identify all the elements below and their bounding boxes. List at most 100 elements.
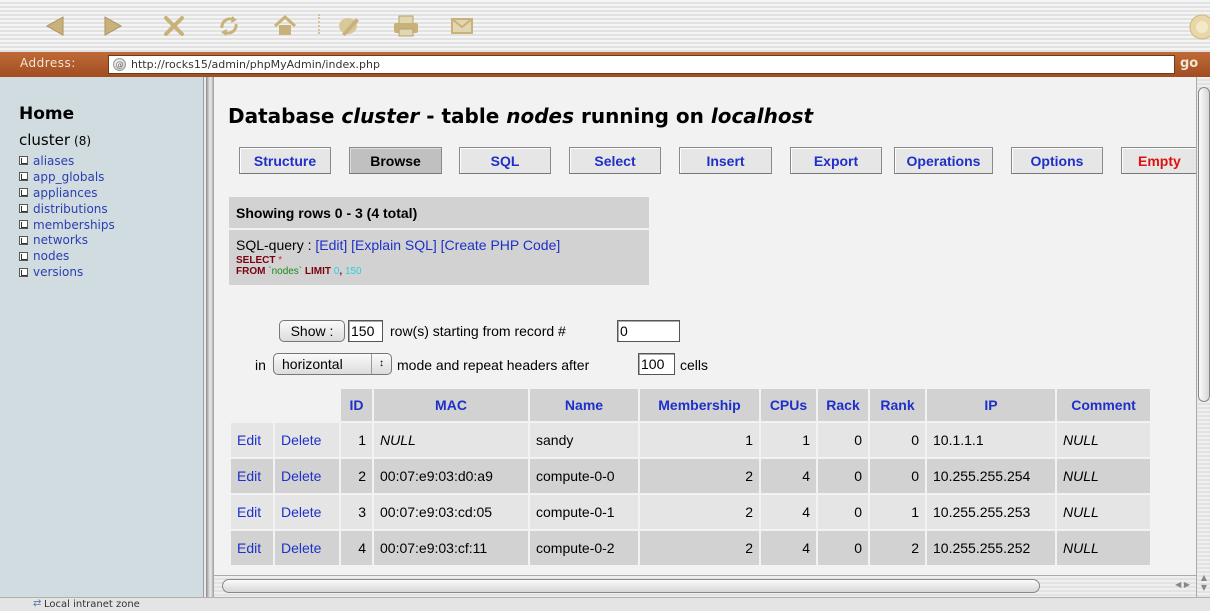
table-row: Edit Delete 1 NULL sandy 1 1 0 0 10.1.1.… — [231, 423, 1150, 457]
edit-row-link[interactable]: Edit — [231, 423, 273, 457]
column-header[interactable]: MAC — [374, 389, 528, 421]
table-icon[interactable] — [19, 267, 28, 277]
edit-row-link[interactable]: Edit — [231, 459, 273, 493]
show-button[interactable]: Show : — [279, 320, 345, 342]
table-item-distributions[interactable]: distributions — [19, 201, 115, 217]
table-icon[interactable] — [19, 188, 28, 198]
table-item-label[interactable]: app_globals — [33, 170, 104, 184]
edit-query-link[interactable]: [Edit] — [315, 237, 347, 253]
tab-options[interactable]: Options — [1011, 147, 1103, 174]
table-icon[interactable] — [19, 204, 28, 214]
table-icon[interactable] — [19, 251, 28, 261]
column-header[interactable]: Rank — [870, 389, 925, 421]
intranet-zone-icon: ⇄ — [33, 598, 42, 609]
cell-comment: NULL — [1057, 495, 1150, 529]
create-php-link[interactable]: [Create PHP Code] — [441, 237, 561, 253]
column-header[interactable]: Comment — [1057, 389, 1150, 421]
mail-icon[interactable] — [445, 12, 479, 40]
sql-number: 150 — [344, 266, 362, 277]
cell-ip: 10.1.1.1 — [927, 423, 1055, 457]
column-header[interactable]: CPUs — [761, 389, 816, 421]
explain-sql-link[interactable]: [Explain SQL] — [351, 237, 437, 253]
tab-sql[interactable]: SQL — [459, 147, 551, 174]
cell-rack: 0 — [818, 459, 868, 493]
delete-row-link[interactable]: Delete — [275, 423, 339, 457]
cell-rank: 2 — [870, 531, 925, 565]
tab-insert[interactable]: Insert — [679, 147, 772, 174]
horizontal-scrollbar[interactable]: ◀ ▶ — [214, 575, 1196, 597]
cell-mac: 00:07:e9:03:d0:a9 — [374, 459, 528, 493]
edit-icon[interactable] — [332, 12, 366, 40]
table-item-app-globals[interactable]: app_globals — [19, 169, 115, 185]
table-item-memberships[interactable]: memberships — [19, 217, 115, 233]
title-text: - table — [419, 104, 507, 128]
table-item-label[interactable]: aliases — [33, 154, 74, 168]
sql-keyword: SELECT — [236, 255, 276, 266]
start-record-input[interactable]: 0 — [617, 320, 680, 342]
table-item-label[interactable]: networks — [33, 233, 88, 247]
tab-operations[interactable]: Operations — [894, 147, 993, 174]
tab-export[interactable]: Export — [790, 147, 882, 174]
cell-membership: 2 — [640, 531, 759, 565]
table-icon[interactable] — [19, 172, 28, 182]
vertical-scrollbar[interactable]: ▲ ▼ — [1196, 77, 1210, 597]
table-icon[interactable] — [19, 156, 28, 166]
tab-select[interactable]: Select — [569, 147, 661, 174]
delete-row-link[interactable]: Delete — [275, 495, 339, 529]
title-text: running on — [574, 104, 711, 128]
table-item-label[interactable]: nodes — [33, 249, 69, 263]
column-header[interactable]: Membership — [640, 389, 759, 421]
table-icon[interactable] — [19, 220, 28, 229]
delete-row-link[interactable]: Delete — [275, 459, 339, 493]
column-header[interactable]: Name — [530, 389, 638, 421]
stop-icon[interactable] — [157, 12, 191, 40]
back-icon[interactable] — [38, 12, 72, 40]
header-blank — [231, 389, 273, 421]
horizontal-scroll-thumb[interactable] — [222, 579, 1040, 593]
column-header[interactable]: ID — [341, 389, 372, 421]
tab-browse[interactable]: Browse — [349, 147, 442, 174]
table-item-nodes[interactable]: nodes — [19, 248, 115, 264]
cell-id: 2 — [341, 459, 372, 493]
table-item-label[interactable]: appliances — [33, 186, 97, 200]
sql-star: * — [278, 255, 283, 266]
tab-empty[interactable]: Empty — [1121, 147, 1196, 174]
table-item-aliases[interactable]: aliases — [19, 153, 115, 169]
cell-rank: 1 — [870, 495, 925, 529]
edit-row-link[interactable]: Edit — [231, 531, 273, 565]
vertical-scroll-thumb[interactable] — [1198, 87, 1210, 402]
table-item-label[interactable]: memberships — [33, 218, 115, 232]
table-icon[interactable] — [19, 235, 28, 245]
scroll-arrows-icon[interactable]: ▲ ▼ — [1197, 573, 1210, 593]
refresh-icon[interactable] — [212, 12, 246, 40]
select-arrows-icon: ↕ — [371, 354, 391, 374]
column-header[interactable]: IP — [927, 389, 1055, 421]
table-item-label[interactable]: versions — [33, 265, 83, 279]
page-title: Database cluster - table nodes running o… — [228, 104, 813, 128]
tab-structure[interactable]: Structure — [239, 147, 331, 174]
frame-divider[interactable] — [206, 77, 214, 597]
rows-count-input[interactable]: 150 — [348, 320, 383, 342]
repeat-headers-input[interactable]: 100 — [638, 353, 675, 375]
repeat-text: mode and repeat headers after — [397, 357, 590, 373]
edit-row-link[interactable]: Edit — [231, 495, 273, 529]
delete-row-link[interactable]: Delete — [275, 531, 339, 565]
scroll-arrows-icon[interactable]: ◀ ▶ — [1175, 580, 1190, 589]
column-header[interactable]: Rack — [818, 389, 868, 421]
address-url: http://rocks15/admin/phpMyAdmin/index.ph… — [131, 58, 380, 71]
table-item-networks[interactable]: networks — [19, 232, 115, 248]
go-button[interactable]: go — [1180, 56, 1198, 71]
sql-table-name: `nodes` — [268, 266, 303, 277]
database-link[interactable]: cluster (8) — [19, 131, 91, 149]
home-link[interactable]: Home — [19, 104, 74, 124]
print-icon[interactable] — [389, 12, 423, 40]
forward-icon[interactable] — [96, 12, 130, 40]
table-item-versions[interactable]: versions — [19, 264, 115, 280]
home-icon[interactable] — [268, 12, 302, 40]
sql-code: SELECT * FROM `nodes` LIMIT 0, 150 — [236, 255, 362, 277]
mode-select[interactable]: horizontal ↕ — [273, 353, 392, 375]
address-input[interactable]: @ http://rocks15/admin/phpMyAdmin/index.… — [108, 55, 1175, 74]
table-item-label[interactable]: distributions — [33, 202, 108, 216]
results-table: ID MAC Name Membership CPUs Rack Rank IP… — [229, 387, 1152, 567]
table-item-appliances[interactable]: appliances — [19, 185, 115, 201]
